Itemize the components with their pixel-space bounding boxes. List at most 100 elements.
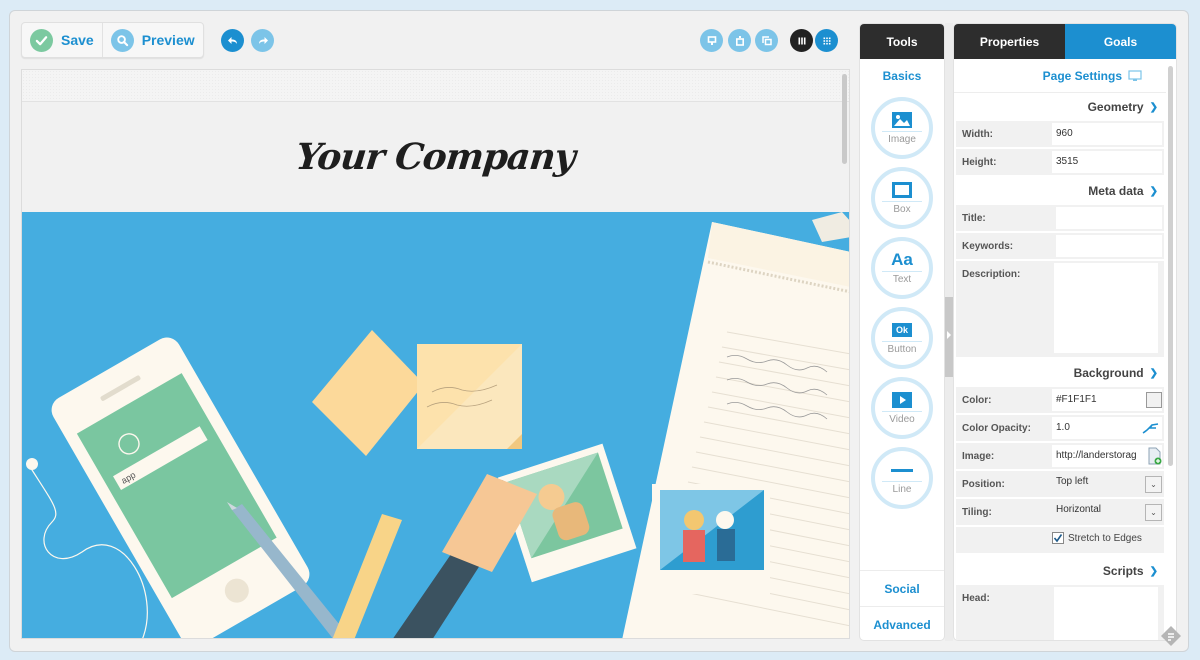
- chevron-down-icon[interactable]: ⌄: [1145, 504, 1162, 521]
- phone-illustration: app: [51, 337, 310, 638]
- company-logo-text[interactable]: Your Company: [294, 136, 577, 178]
- stretch-label: Stretch to Edges: [1068, 532, 1142, 544]
- image-input[interactable]: http://landerstorag: [1052, 445, 1162, 467]
- chevron-down-icon[interactable]: ⌄: [1145, 476, 1162, 493]
- tool-image-label: Image: [888, 133, 916, 145]
- tab-tools[interactable]: Tools: [860, 24, 944, 59]
- height-input[interactable]: 3515: [1052, 151, 1162, 173]
- tool-line[interactable]: Line: [871, 447, 933, 509]
- save-button[interactable]: Save: [22, 23, 102, 57]
- stretch-checkbox[interactable]: [1052, 532, 1064, 544]
- tool-box[interactable]: Box: [871, 167, 933, 229]
- head-label: Head:: [962, 593, 990, 604]
- save-label: Save: [61, 32, 94, 48]
- tool-button-label: Button: [887, 343, 917, 355]
- collapse-arrow-icon: [947, 331, 951, 339]
- position-select[interactable]: Top left ⌄: [1052, 473, 1162, 495]
- properties-scrollbar[interactable]: [1168, 66, 1173, 466]
- width-input[interactable]: 960: [1052, 123, 1162, 145]
- head-textarea[interactable]: [1054, 587, 1158, 640]
- tools-section-social[interactable]: Social: [860, 570, 944, 606]
- sticky-notes-illustration: [312, 330, 522, 456]
- checkmark-icon: [1053, 534, 1063, 543]
- properties-tabs: Properties Goals: [954, 24, 1176, 59]
- color-swatch[interactable]: [1146, 392, 1162, 408]
- opacity-slider-icon[interactable]: [1142, 421, 1160, 435]
- keywords-row: Keywords:: [956, 233, 1164, 259]
- panel-collapse-handle[interactable]: [945, 297, 953, 377]
- image-row: Image: http://landerstorag: [956, 443, 1164, 469]
- title-label: Title:: [962, 213, 986, 224]
- redo-button[interactable]: [251, 29, 274, 52]
- geometry-section-header[interactable]: Geometry ❯: [954, 93, 1176, 121]
- chevron-down-icon: ❯: [1149, 367, 1158, 379]
- layers-icon: [761, 35, 772, 45]
- image-value: http://landerstorag: [1056, 450, 1137, 461]
- title-input[interactable]: [1056, 207, 1162, 229]
- image-label: Image:: [962, 451, 995, 462]
- video-icon: [882, 391, 922, 412]
- add-file-icon[interactable]: [1148, 447, 1162, 465]
- hero-illustration: app: [26, 212, 849, 638]
- page-header-section[interactable]: Your Company: [22, 102, 849, 212]
- columns-icon: [798, 37, 805, 44]
- mobile-view-button[interactable]: [728, 29, 751, 52]
- background-section-header[interactable]: Background ❯: [954, 359, 1176, 387]
- feedback-corner-icon[interactable]: [1160, 625, 1182, 647]
- description-textarea[interactable]: [1054, 263, 1158, 353]
- tiling-select[interactable]: Horizontal ⌄: [1052, 501, 1162, 523]
- tools-section-basics[interactable]: Basics: [860, 69, 944, 83]
- tiling-label: Tiling:: [962, 507, 992, 518]
- tool-box-label: Box: [893, 203, 911, 215]
- layers-button[interactable]: [755, 29, 778, 52]
- preview-label: Preview: [141, 32, 195, 48]
- undo-button[interactable]: [221, 29, 244, 52]
- opacity-input[interactable]: 1.0: [1052, 417, 1162, 439]
- height-row: Height: 3515: [956, 149, 1164, 175]
- tools-section-advanced[interactable]: Advanced: [860, 606, 944, 640]
- tool-text[interactable]: Aa Text: [871, 237, 933, 299]
- tool-image[interactable]: Image: [871, 97, 933, 159]
- tool-video[interactable]: Video: [871, 377, 933, 439]
- page-canvas[interactable]: Your Company app: [21, 69, 850, 639]
- tool-button[interactable]: Ok Button: [871, 307, 933, 369]
- editor-window: Save Preview Your Company app Tools Basi…: [9, 10, 1189, 652]
- opacity-label: Color Opacity:: [962, 423, 1031, 434]
- width-row: Width: 960: [956, 121, 1164, 147]
- desktop-view-button[interactable]: [700, 29, 723, 52]
- hero-image[interactable]: app: [22, 212, 849, 638]
- columns-toggle[interactable]: [790, 29, 813, 52]
- page-settings-link[interactable]: Page Settings: [954, 59, 1166, 93]
- button-icon: Ok: [882, 322, 922, 342]
- tool-text-label: Text: [892, 273, 912, 285]
- stretch-spacer: [962, 529, 1052, 535]
- canvas-scrollbar[interactable]: [842, 74, 847, 164]
- properties-panel: Properties Goals Page Settings Geometry ❯…: [953, 23, 1177, 641]
- title-row: Title:: [956, 205, 1164, 231]
- width-label: Width:: [962, 129, 994, 140]
- tab-goals[interactable]: Goals: [1065, 24, 1176, 59]
- keywords-input[interactable]: [1056, 235, 1162, 257]
- chevron-down-icon: ❯: [1149, 101, 1158, 113]
- box-icon: [882, 181, 922, 202]
- height-label: Height:: [962, 157, 997, 168]
- scripts-title: Scripts: [1102, 564, 1144, 578]
- checkmark-icon: [30, 28, 53, 52]
- position-value: Top left: [1056, 476, 1089, 487]
- desktop-view-icon: [707, 35, 716, 45]
- color-input[interactable]: #F1F1F1: [1052, 389, 1162, 411]
- grid-toggle[interactable]: [815, 29, 838, 52]
- head-row: Head:: [956, 585, 1164, 640]
- position-row: Position: Top left ⌄: [956, 471, 1164, 497]
- stretch-checkbox-wrap[interactable]: Stretch to Edges: [1052, 529, 1142, 544]
- scripts-section-header[interactable]: Scripts ❯: [954, 557, 1176, 585]
- tools-panel: Tools Basics Image Box Aa Text Ok Button…: [859, 23, 945, 641]
- description-label: Description:: [962, 269, 1021, 280]
- tab-properties[interactable]: Properties: [954, 24, 1065, 59]
- magnifier-icon: [110, 28, 134, 52]
- meta-section-header[interactable]: Meta data ❯: [954, 177, 1176, 205]
- save-preview-group: Save Preview: [21, 22, 204, 58]
- tool-video-label: Video: [889, 413, 915, 425]
- geometry-title: Geometry: [1087, 100, 1144, 114]
- preview-button[interactable]: Preview: [101, 23, 203, 57]
